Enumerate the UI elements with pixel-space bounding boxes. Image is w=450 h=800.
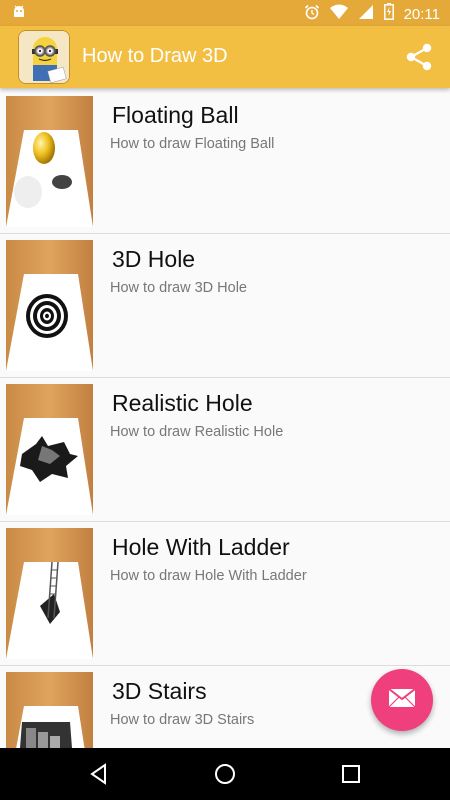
home-icon[interactable] (213, 762, 237, 786)
app-title: How to Draw 3D (82, 45, 228, 67)
list-item-3d-hole[interactable]: 3D Hole How to draw 3D Hole (0, 234, 450, 378)
list-item-realistic-hole[interactable]: Realistic Hole How to draw Realistic Hol… (0, 378, 450, 522)
share-icon[interactable] (404, 42, 434, 72)
mail-fab-button[interactable] (371, 669, 433, 731)
minion-drawing-logo (18, 30, 70, 84)
item-title: Floating Ball (112, 102, 239, 128)
wifi-icon (329, 4, 348, 25)
signal-icon (358, 4, 374, 25)
status-time: 20:11 (403, 5, 440, 23)
item-title: 3D Stairs (112, 678, 207, 704)
item-subtitle: How to draw Hole With Ladder (110, 568, 307, 584)
item-title: Realistic Hole (112, 390, 253, 416)
item-subtitle: How to draw 3D Hole (110, 280, 247, 296)
status-bar: 20:11 (0, 0, 450, 26)
tutorial-list: Floating Ball How to draw Floating Ball (0, 90, 450, 748)
app-bar: How to Draw 3D (0, 26, 450, 88)
recents-icon[interactable] (339, 762, 363, 786)
item-title: Hole With Ladder (112, 534, 290, 560)
floating-ball-thumbnail (6, 96, 93, 227)
android-notification-icon (12, 5, 26, 24)
mail-icon (388, 687, 416, 713)
alarm-icon (304, 4, 320, 25)
navigation-bar (0, 748, 450, 800)
item-title: 3D Hole (112, 246, 196, 272)
item-subtitle: How to draw Floating Ball (110, 136, 275, 152)
list-item-floating-ball[interactable]: Floating Ball How to draw Floating Ball (0, 90, 450, 234)
item-subtitle: How to draw 3D Stairs (110, 712, 255, 728)
battery-icon (383, 3, 394, 25)
item-subtitle: How to draw Realistic Hole (110, 424, 284, 440)
3d-stairs-thumbnail (6, 672, 93, 748)
realistic-hole-thumbnail (6, 384, 93, 515)
list-item-hole-with-ladder[interactable]: Hole With Ladder How to draw Hole With L… (0, 522, 450, 666)
back-icon[interactable] (87, 762, 111, 786)
3d-hole-thumbnail (6, 240, 93, 371)
hole-with-ladder-thumbnail (6, 528, 93, 659)
